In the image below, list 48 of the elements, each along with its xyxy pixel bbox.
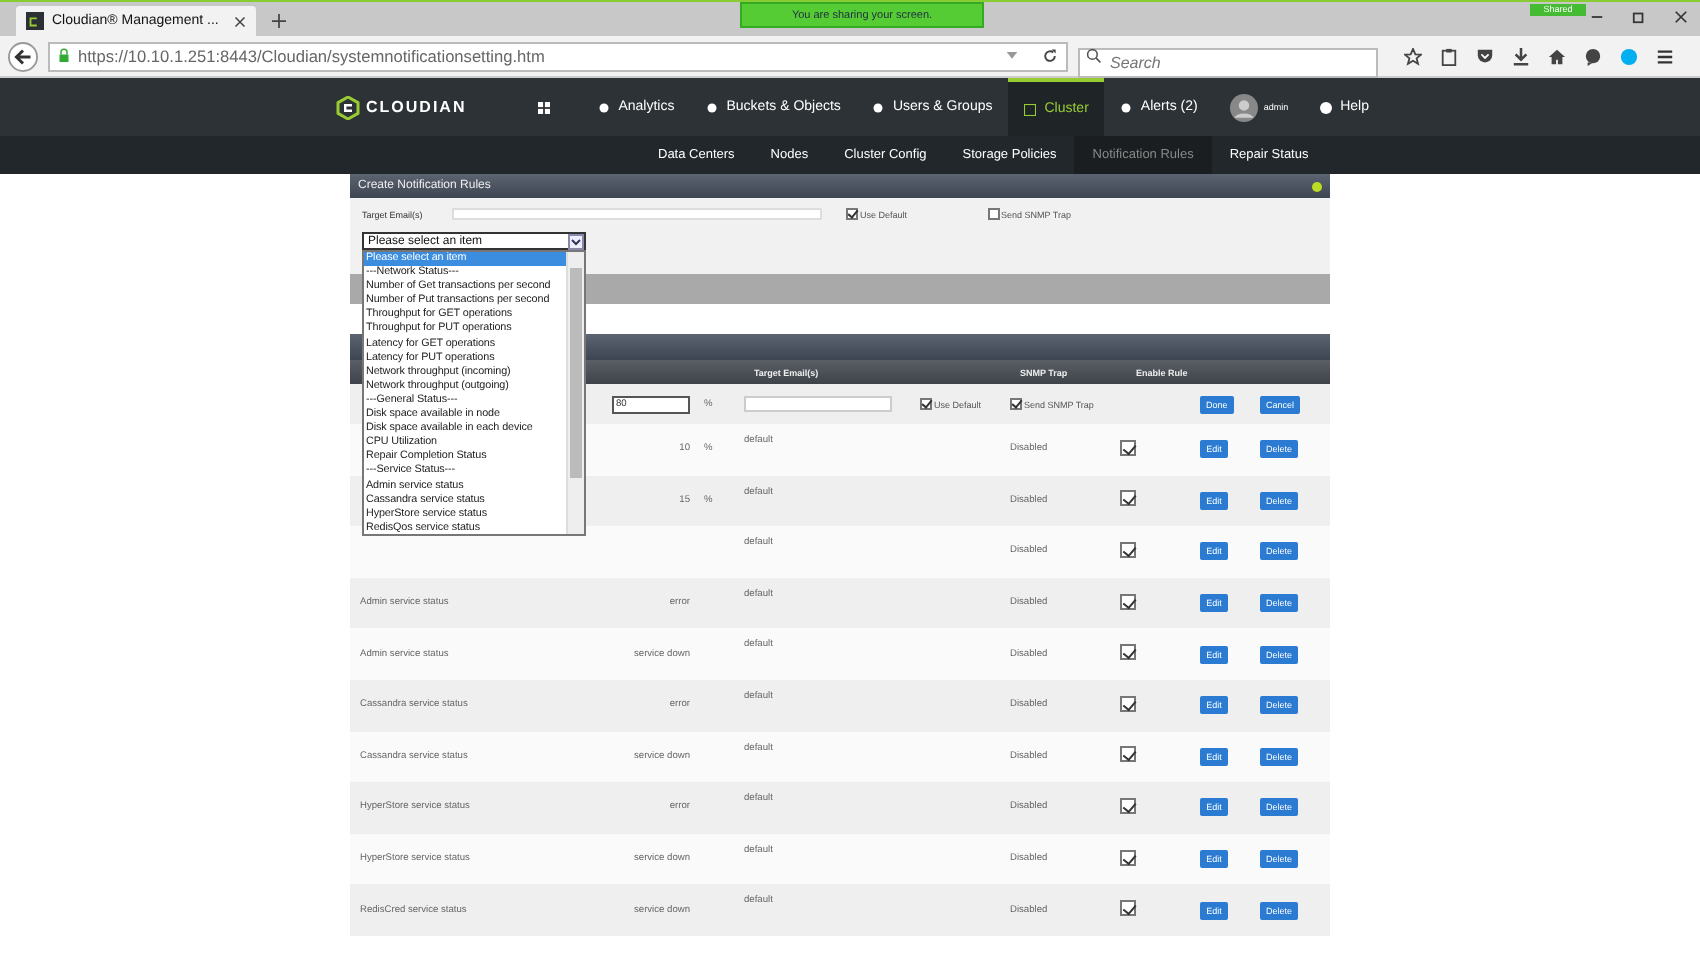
checkbox[interactable] <box>987 208 1000 220</box>
checkbox[interactable] <box>1120 695 1136 712</box>
checkbox[interactable] <box>1120 900 1136 917</box>
cloudian-logo-icon <box>26 12 44 30</box>
star-icon[interactable] <box>1404 47 1422 65</box>
avatar-icon <box>1229 93 1258 121</box>
reload-icon[interactable] <box>1042 48 1058 64</box>
checkbox[interactable] <box>1120 541 1136 558</box>
close-icon[interactable] <box>1674 10 1688 24</box>
home-icon[interactable] <box>1548 47 1566 65</box>
email-field[interactable] <box>744 396 892 412</box>
search-field[interactable]: Search <box>1078 47 1378 77</box>
lock-icon <box>58 48 70 64</box>
email-field[interactable] <box>452 208 822 220</box>
nav-icon <box>1024 103 1037 115</box>
help-icon <box>1320 101 1333 113</box>
nav-icon <box>706 101 719 113</box>
checkbox[interactable] <box>920 398 932 410</box>
menu-icon[interactable] <box>1656 47 1674 65</box>
checkbox[interactable] <box>1120 746 1136 763</box>
checkbox[interactable] <box>1120 439 1136 456</box>
checkbox[interactable] <box>1120 644 1136 661</box>
cloudian-logo[interactable]: CLOUDIAN <box>336 95 467 119</box>
new-tab-icon[interactable] <box>272 14 286 28</box>
checkbox[interactable] <box>1120 593 1136 610</box>
clipboard-icon[interactable] <box>1440 47 1458 65</box>
close-icon[interactable] <box>234 15 246 27</box>
checkbox[interactable] <box>1120 797 1136 814</box>
search-icon <box>1086 48 1102 64</box>
chat-icon[interactable] <box>1584 47 1602 65</box>
minimize-icon[interactable] <box>1590 10 1604 24</box>
nav-icon <box>872 101 885 113</box>
caret-icon <box>568 233 584 249</box>
address-field[interactable]: https://10.10.1.251:8443/Cloudian/systemnotificationsetting.htm <box>48 41 1068 71</box>
checkbox[interactable] <box>1120 490 1136 507</box>
dropdown-icon[interactable] <box>1006 52 1018 60</box>
scrollbar[interactable] <box>566 252 584 534</box>
status-dot <box>1312 181 1322 191</box>
grid-icon[interactable] <box>538 101 551 113</box>
nav-icon <box>598 101 611 113</box>
checkbox[interactable] <box>1010 398 1022 410</box>
back-icon[interactable] <box>8 41 38 71</box>
download-icon[interactable] <box>1512 47 1530 65</box>
checkbox[interactable] <box>846 208 858 220</box>
restore-icon[interactable] <box>1632 10 1646 24</box>
checkbox[interactable] <box>1120 849 1136 866</box>
hexagon-icon <box>336 95 360 119</box>
nav-icon <box>1120 101 1133 113</box>
